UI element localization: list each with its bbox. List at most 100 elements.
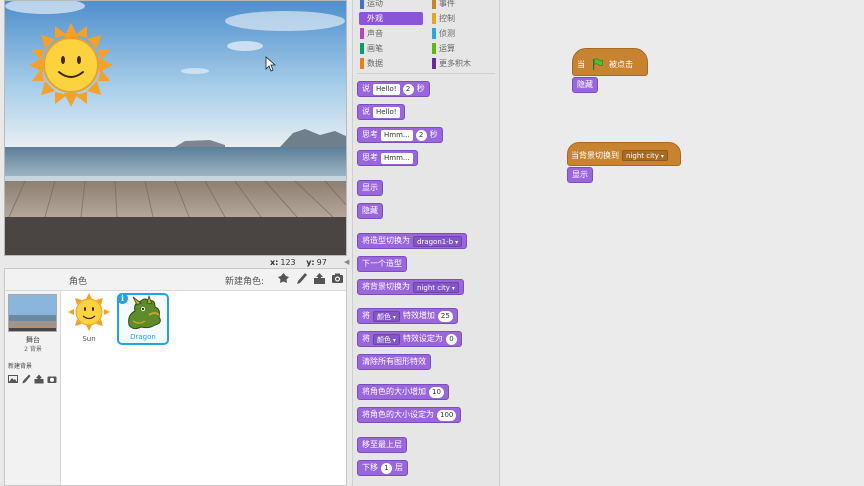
- block-number-input[interactable]: 100: [437, 409, 457, 421]
- block-label: 思考: [362, 153, 378, 162]
- block-set-effect[interactable]: 将 颜色 特效设定为 0: [357, 331, 462, 347]
- new-sprite-label: 新建角色:: [225, 277, 265, 287]
- block-number-input[interactable]: 1: [381, 462, 392, 474]
- block-label: 移至最上层: [362, 440, 402, 449]
- sun-sprite[interactable]: [29, 23, 113, 107]
- backdrop-library-icon[interactable]: [8, 374, 18, 384]
- block-clear-effects[interactable]: 清除所有图形特效: [357, 354, 431, 370]
- block-think-for-secs[interactable]: 思考 Hmm... 2 秒: [357, 127, 443, 143]
- stage[interactable]: [4, 0, 347, 256]
- block-change-effect[interactable]: 将 颜色 特效增加 25: [357, 308, 458, 324]
- effect-dropdown[interactable]: 颜色: [373, 310, 400, 322]
- block-number-input[interactable]: 0: [445, 333, 457, 345]
- block-change-size[interactable]: 将角色的大小增加 10: [357, 384, 449, 400]
- block-text-input[interactable]: Hello!: [373, 83, 400, 95]
- category-pen[interactable]: 画笔: [359, 42, 383, 55]
- block-label: 将角色的大小增加: [362, 387, 426, 396]
- new-sprite-tools: [277, 272, 344, 285]
- coord-y-value: 97: [316, 258, 327, 267]
- coord-x-label: x:: [270, 258, 279, 267]
- block-say-for-secs[interactable]: 说 Hello! 2 秒: [357, 81, 430, 97]
- camera-icon[interactable]: [331, 272, 344, 285]
- effect-dropdown[interactable]: 颜色: [373, 333, 400, 345]
- category-control[interactable]: 控制: [431, 12, 455, 25]
- block-go-back-layers[interactable]: 下移 1 层: [357, 460, 408, 476]
- block-label: 隐藏: [577, 80, 593, 89]
- category-motion[interactable]: 运动: [359, 0, 383, 10]
- category-sensing[interactable]: 侦测: [431, 27, 455, 40]
- block-number-input[interactable]: 2: [415, 129, 427, 141]
- block-unit: 层: [395, 463, 403, 472]
- category-divider: [357, 73, 495, 74]
- upload-backdrop-icon[interactable]: [34, 374, 44, 384]
- block-text-input[interactable]: Hmm...: [381, 129, 413, 141]
- block-label: 将背景切换为: [362, 282, 410, 291]
- block-set-size[interactable]: 将角色的大小设定为 100: [357, 407, 462, 423]
- block-number-input[interactable]: 25: [437, 310, 453, 322]
- sprite-pane: 角色 新建角色: 舞台 2 背景 新建背景 Sun i Dragon: [4, 268, 347, 486]
- hat-suffix: 被点击: [609, 59, 633, 69]
- block-label: 说: [362, 107, 370, 116]
- script-block-show[interactable]: 显示: [567, 167, 593, 183]
- stage-column: 舞台 2 背景 新建背景: [5, 291, 61, 485]
- category-data[interactable]: 数据: [359, 57, 383, 70]
- script-block-hide[interactable]: 隐藏: [572, 77, 598, 93]
- block-hide[interactable]: 隐藏: [357, 203, 383, 219]
- upload-sprite-icon[interactable]: [313, 272, 326, 285]
- block-show[interactable]: 显示: [357, 180, 383, 196]
- new-backdrop-label: 新建背景: [8, 363, 33, 370]
- hat-label: 当背景切换到: [571, 151, 619, 160]
- script-when-flag-clicked[interactable]: 当 被点击: [572, 48, 648, 76]
- block-label: 将造型切换为: [362, 236, 410, 245]
- block-go-to-front[interactable]: 移至最上层: [357, 437, 407, 453]
- category-operators[interactable]: 运算: [431, 42, 455, 55]
- collapse-arrow-icon[interactable]: ◀: [344, 258, 351, 268]
- block-switch-costume[interactable]: 将造型切换为 dragon1-b: [357, 233, 468, 249]
- sprite-library-icon[interactable]: [277, 272, 290, 285]
- paint-backdrop-icon[interactable]: [21, 374, 31, 384]
- mouse-coordinates: x: 123 y: 97: [270, 258, 335, 267]
- block-label: 特效设定为: [402, 334, 443, 343]
- block-label: 显示: [362, 183, 378, 192]
- sprite-name: Sun: [82, 335, 96, 343]
- sprite-tile-dragon[interactable]: i Dragon: [117, 293, 169, 345]
- stage-thumbnail[interactable]: [8, 294, 57, 332]
- block-label: 显示: [572, 170, 588, 179]
- block-switch-backdrop[interactable]: 将背景切换为 night city: [357, 279, 464, 295]
- block-think[interactable]: 思考 Hmm...: [357, 150, 418, 166]
- hat-block-content: 当 被点击: [577, 58, 633, 70]
- block-label: 隐藏: [362, 206, 378, 215]
- sprites-label: 角色: [69, 277, 88, 287]
- category-events[interactable]: 事件: [431, 0, 455, 10]
- block-text-input[interactable]: Hello!: [373, 106, 400, 118]
- backdrop-dropdown[interactable]: night city: [413, 281, 459, 293]
- script-when-backdrop-switches[interactable]: 当背景切换到 night city: [567, 142, 681, 166]
- block-label: 思考: [362, 130, 378, 139]
- info-icon[interactable]: i: [117, 293, 128, 304]
- beach-backdrop: [5, 1, 346, 255]
- coord-x-value: 123: [280, 258, 296, 267]
- block-label: 将: [362, 311, 370, 320]
- hat-prefix: 当: [577, 59, 585, 69]
- green-flag-icon: [593, 58, 603, 70]
- block-label: 特效增加: [402, 311, 435, 320]
- sun-thumbnail: [68, 293, 110, 331]
- category-sound[interactable]: 声音: [359, 27, 383, 40]
- block-number-input[interactable]: 2: [402, 83, 414, 95]
- sprite-tile-sun[interactable]: Sun: [63, 293, 115, 345]
- costume-dropdown[interactable]: dragon1-b: [413, 235, 463, 247]
- block-number-input[interactable]: 10: [429, 386, 444, 398]
- block-unit: 秒: [429, 130, 438, 139]
- sprite-name: Dragon: [130, 333, 156, 341]
- block-say[interactable]: 说 Hello!: [357, 104, 405, 120]
- category-more-blocks[interactable]: 更多积木: [431, 57, 471, 70]
- block-label: 将: [362, 334, 370, 343]
- paint-brush-icon[interactable]: [295, 272, 308, 285]
- block-text-input[interactable]: Hmm...: [381, 152, 413, 164]
- block-next-costume[interactable]: 下一个造型: [357, 256, 407, 272]
- backdrop-dropdown[interactable]: night city: [622, 150, 668, 161]
- backdrop-camera-icon[interactable]: [47, 374, 57, 384]
- category-looks[interactable]: 外观: [359, 12, 423, 25]
- scripts-area[interactable]: 当 被点击 隐藏 当背景切换到 night city 显示: [501, 0, 864, 486]
- block-label: 将角色的大小设定为: [362, 410, 434, 419]
